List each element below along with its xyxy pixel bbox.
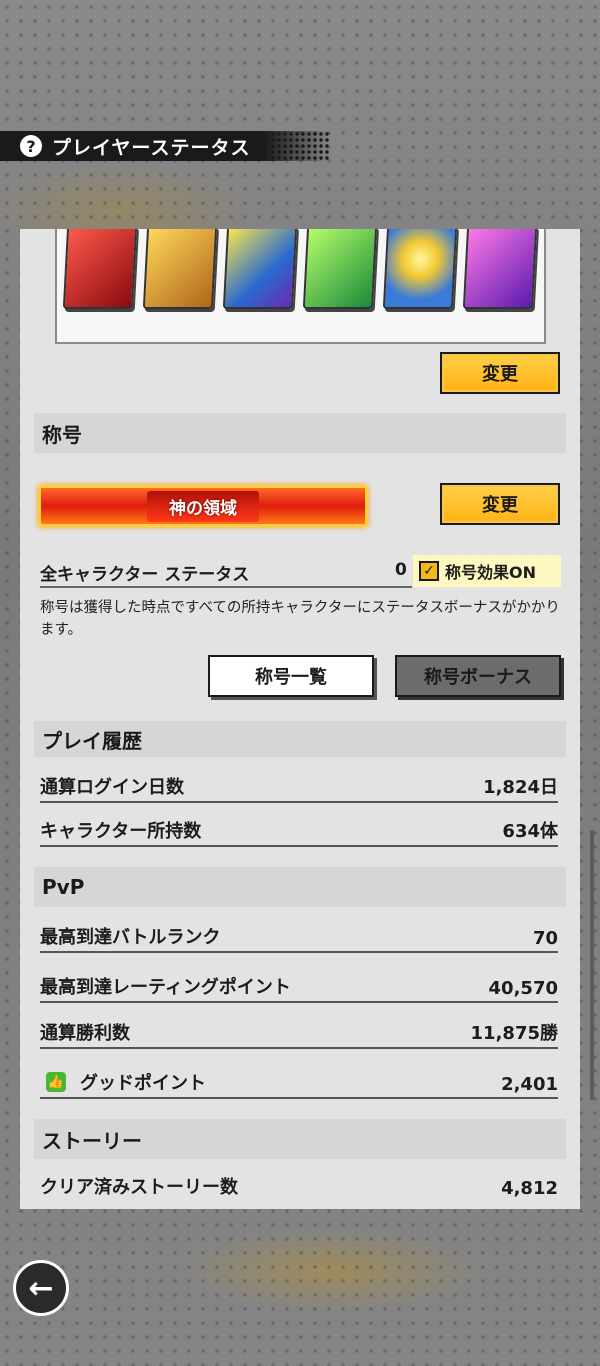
row-value: 40,570 — [488, 978, 558, 999]
page-title: プレイヤーステータス — [52, 136, 251, 159]
row-value: 70 — [532, 928, 558, 949]
play-history-heading: プレイ履歴 — [34, 721, 566, 757]
row-label: キャラクター所持数 — [40, 821, 202, 842]
aura-skill-icon[interactable] — [462, 229, 538, 309]
title-effect-label: 称号効果ON — [445, 563, 536, 582]
table-row: クリア済みストーリー数 4,812 — [40, 1171, 558, 1201]
table-row: 通算勝利数 11,875勝 — [40, 1019, 558, 1049]
blast-skill-icon[interactable] — [382, 229, 458, 309]
check-icon[interactable]: ✓ — [419, 561, 439, 581]
table-row: 最高到達レーティングポイント 40,570 — [40, 973, 558, 1003]
row-label: グッドポイント — [80, 1073, 206, 1094]
fireball-skill-icon[interactable] — [142, 229, 218, 309]
title-section-heading: 称号 — [34, 413, 566, 453]
current-title-text: 神の領域 — [147, 490, 259, 522]
table-row: 最高到達バトルランク 70 — [40, 923, 558, 953]
back-arrow-icon: ← — [28, 1270, 54, 1306]
table-row: キャラクター所持数 634体 — [40, 817, 558, 847]
row-label-group: 👍 グッドポイント — [40, 1069, 206, 1095]
burst-skill-icon[interactable] — [222, 229, 298, 309]
fist-skill-icon[interactable] — [62, 229, 138, 309]
back-button[interactable]: ← — [13, 1260, 69, 1316]
current-title-plate: 神の領域 — [38, 485, 368, 527]
story-heading: ストーリー — [34, 1119, 566, 1159]
all-character-status-label: 全キャラクター ステータス — [40, 565, 250, 585]
skill-icon-strip[interactable] — [55, 229, 546, 344]
row-value: 11,875勝 — [470, 1023, 558, 1044]
row-value: 4,812 — [501, 1178, 558, 1199]
pvp-heading: PvP — [34, 867, 566, 907]
status-panel[interactable]: 変更 称号 神の領域 変更 全キャラクター ステータス 0 ✓ 称号効果ON 称… — [20, 229, 580, 1209]
status-underline — [40, 586, 412, 588]
scrollbar[interactable] — [590, 830, 594, 1100]
help-icon[interactable]: ? — [20, 135, 42, 157]
title-effect-toggle[interactable]: ✓ 称号効果ON — [413, 555, 561, 587]
change-title-button[interactable]: 変更 — [440, 483, 560, 525]
sparkle-skill-icon[interactable] — [302, 229, 378, 309]
row-label: 最高到達レーティングポイント — [40, 977, 291, 998]
title-note-text: 称号は獲得した時点ですべての所持キャラクターにステータスボーナスがかかります。 — [40, 600, 560, 638]
row-label: クリア済みストーリー数 — [40, 1177, 238, 1198]
all-character-status-value: 0 — [395, 560, 407, 580]
table-row: 👍 グッドポイント 2,401 — [40, 1069, 558, 1099]
table-row: 通算ログイン日数 1,824日 — [40, 773, 558, 803]
page-header: ? プレイヤーステータス — [0, 131, 330, 161]
row-label: 通算ログイン日数 — [40, 777, 184, 798]
row-value: 634体 — [502, 821, 558, 842]
row-value: 1,824日 — [483, 777, 558, 798]
row-label: 最高到達バトルランク — [40, 927, 221, 948]
row-label: 通算勝利数 — [40, 1023, 130, 1044]
thumbs-up-icon: 👍 — [46, 1072, 66, 1092]
change-skill-button[interactable]: 変更 — [440, 352, 560, 394]
title-list-button[interactable]: 称号一覧 — [208, 655, 374, 697]
row-value: 2,401 — [501, 1074, 558, 1095]
title-bonus-button[interactable]: 称号ボーナス — [395, 655, 561, 697]
